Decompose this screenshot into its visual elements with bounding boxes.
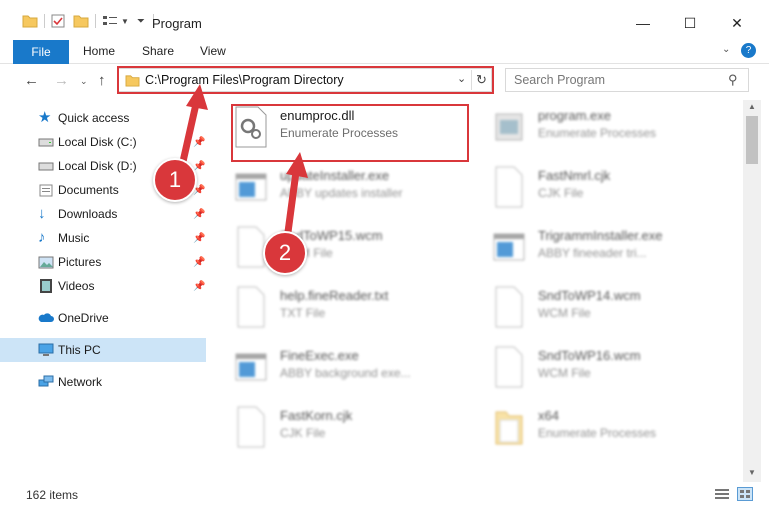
callout-badge-1: 1 [153, 158, 197, 202]
arrow-1 [178, 84, 208, 167]
annotation-arrows [178, 84, 308, 233]
callout-badge-2: 2 [263, 231, 307, 275]
arrow-2 [284, 152, 308, 233]
